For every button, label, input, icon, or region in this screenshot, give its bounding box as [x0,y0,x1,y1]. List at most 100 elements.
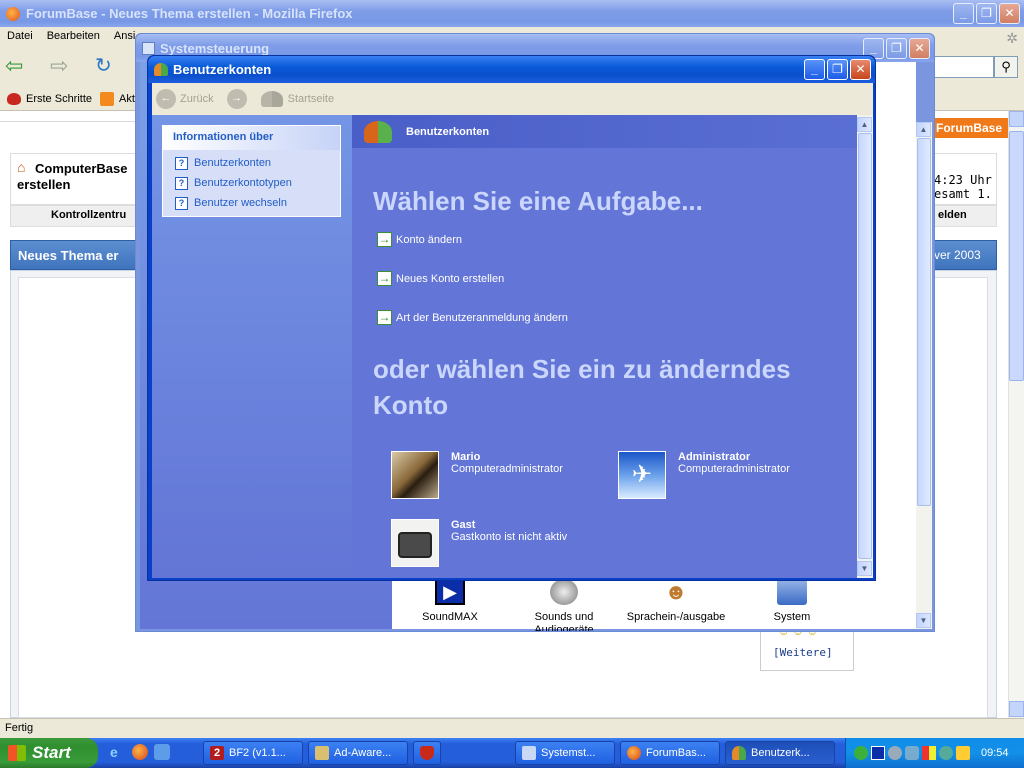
info-link-kontotypen[interactable]: ? Benutzerkontotypen [175,173,292,193]
tray-color-icon[interactable] [922,746,936,760]
cp-scroll-up[interactable]: ▲ [916,122,931,137]
status-text: Fertig [5,722,34,734]
taskbar-benutzerkonten[interactable]: Benutzerk... [725,741,835,765]
weitere-link[interactable]: [Weitere] [773,646,833,659]
site-panel-title: Neues Thema er [18,248,119,263]
menu-datei[interactable]: Datei [7,30,33,47]
taskbar-shield[interactable] [413,741,441,765]
firefox-maximize-button[interactable]: ❐ [976,3,997,24]
speech-icon: ☻ [664,579,688,604]
network-icon[interactable] [854,746,868,760]
site-time-line2: esamt 1. [934,187,992,201]
task-label: Konto ändern [396,233,463,246]
benutzerkonten-close-button[interactable]: ✕ [850,59,871,80]
taskbar-label: ForumBas... [646,747,706,759]
taskbar-bf2[interactable]: 2 BF2 (v1.1... [203,741,303,765]
start-button[interactable]: Start [0,738,98,768]
account-administrator[interactable]: ✈ Administrator Computeradministrator [618,451,790,499]
benutzerkonten-maximize-button[interactable]: ❐ [827,59,848,80]
taskbar-adaware[interactable]: Ad-Aware... [308,741,408,765]
taskbar-label: Systemst... [541,747,596,759]
bookmark-aktuelle[interactable]: Akt [119,93,135,105]
info-link-benutzerkonten[interactable]: ? Benutzerkonten [175,153,292,173]
search-input[interactable] [930,56,994,78]
windows-logo-icon [8,745,26,761]
cp-item-sprache[interactable]: ☻ Sprachein-/ausgabe [620,579,732,623]
help-icon: ? [175,156,188,170]
menu-ansicht[interactable]: Ansi [114,30,135,47]
main-header-bar: Benutzerkonten [352,115,857,148]
cp-item-sounds[interactable]: Sounds und Audiogeräte [520,579,608,631]
cp-item-system[interactable]: System [752,579,832,623]
menu-bearbeiten[interactable]: Bearbeiten [47,30,100,47]
firefox-window-title: ForumBase - Neues Thema erstellen - Mozi… [26,6,353,21]
green-arrow-icon: → [377,271,392,286]
firefox-logo-icon [6,6,20,21]
firefox-close-button[interactable]: ✕ [999,3,1020,24]
bookmark-icon [7,92,21,105]
taskbar-forumbase[interactable]: ForumBas... [620,741,720,765]
firefox-quicklaunch-icon[interactable] [132,744,148,760]
info-link-label: Benutzerkontotypen [194,177,292,189]
tab-melden[interactable]: elden [938,209,967,221]
reload-icon[interactable]: ↻ [95,55,119,77]
messenger-icon[interactable] [154,744,170,760]
benutzerkonten-minimize-button[interactable]: _ [804,59,825,80]
task-konto-aendern[interactable]: → Konto ändern [377,232,462,247]
tray-app3-icon[interactable] [939,746,953,760]
account-name: Gast [451,519,476,531]
home-button[interactable]: Startseite [288,93,334,105]
tray-app-icon[interactable] [888,746,902,760]
benutzerkonten-main-pane: Benutzerkonten Wählen Sie eine Aufgabe..… [352,115,857,578]
back-circle-icon[interactable]: ← [156,89,176,109]
users-title-icon [154,63,168,76]
firefox-scrollbar[interactable] [1008,111,1024,718]
task-anmeldung-aendern[interactable]: → Art der Benutzeranmeldung ändern [377,310,568,325]
firefox-scroll-thumb[interactable] [1009,131,1024,381]
forward-circle-icon[interactable]: → [226,89,247,109]
tray-app2-icon[interactable] [905,746,919,760]
users-icon [732,746,746,760]
systemsteuerung-maximize-button[interactable]: ❐ [886,37,907,59]
account-type: Computeradministrator [451,463,563,475]
search-icon[interactable]: ⚲ [994,56,1018,78]
or-heading-line1: oder wählen Sie ein zu änderndes [373,354,791,384]
firefox-title-bar[interactable]: ForumBase - Neues Thema erstellen - Mozi… [0,0,1024,27]
cp-label-soundmax: SoundMAX [422,611,478,623]
task-label: Neues Konto erstellen [396,272,505,285]
taskbar-systemsteuerung[interactable]: Systemst... [515,741,615,765]
control-panel-icon [522,746,536,760]
cp-item-soundmax[interactable]: ▶ SoundMAX [410,579,490,623]
account-mario[interactable]: Mario Computeradministrator [391,451,563,499]
account-type: Gastkonto ist nicht aktiv [451,531,568,543]
tab-kontrollzentrum[interactable]: Kontrollzentru [51,209,126,221]
firefox-icon [627,746,641,760]
benutzerkonten-title-bar[interactable]: Benutzerkonten _ ❐ ✕ [148,56,875,83]
cp-scroll-down[interactable]: ▼ [916,613,931,628]
systemsteuerung-scrollbar[interactable]: ▲ ▼ [916,122,932,629]
firefox-scroll-up[interactable] [1009,111,1024,127]
suitcase-icon [391,519,439,567]
benutzerkonten-scrollbar[interactable]: ▲ ▼ [857,115,873,578]
forward-arrow-icon[interactable]: ⇨ [50,55,76,77]
cp-scroll-thumb[interactable] [917,138,931,506]
bk-scroll-up[interactable]: ▲ [857,117,872,132]
tray-app4-icon[interactable] [956,746,970,760]
bookmark-erste-schritte[interactable]: Erste Schritte [26,93,92,105]
guitar-icon [391,451,439,499]
task-heading: Wählen Sie eine Aufgabe... [373,186,703,216]
back-arrow-icon[interactable]: ⇦ [5,55,31,77]
bk-scroll-thumb[interactable] [858,133,872,559]
firefox-minimize-button[interactable]: _ [953,3,974,24]
account-gast[interactable]: Gast Gastkonto ist nicht aktiv [391,519,567,567]
back-button[interactable]: Zurück [180,93,214,105]
bk-scroll-down[interactable]: ▼ [857,561,872,576]
task-neues-konto[interactable]: → Neues Konto erstellen [377,271,504,286]
ie-icon[interactable]: e [110,744,126,760]
main-header-title: Benutzerkonten [406,125,490,138]
info-link-wechseln[interactable]: ? Benutzer wechseln [175,193,292,213]
soundmax-tray-icon[interactable] [871,746,885,760]
systemsteuerung-title: Systemsteuerung [160,40,270,56]
systemsteuerung-close-button[interactable]: ✕ [909,37,930,59]
firefox-scroll-down[interactable] [1009,701,1024,717]
